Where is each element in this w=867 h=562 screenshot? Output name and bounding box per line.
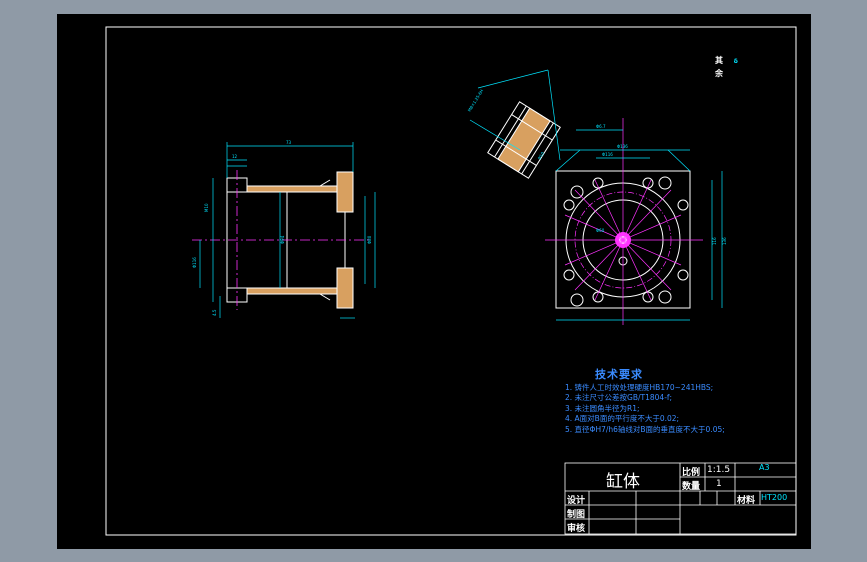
cad-drawing: 73 12 M10 Φ116 Φ94 Φ80 4.5 Φ6.7 Φ136 Φ11…: [105, 26, 797, 536]
qty-label: 数量: [682, 482, 701, 492]
qty-value: 1: [716, 479, 722, 489]
technical-requirements: 技术要求 1. 铸件人工时效处理硬度HB170~241HBS; 2. 未注尺寸公…: [565, 368, 805, 435]
corner-line1: 其: [715, 56, 723, 65]
design-label: 设计: [567, 496, 586, 506]
scale-value: 1:1.5: [707, 465, 731, 475]
scale-label: 比例: [682, 468, 701, 478]
svg-text:Φ10: Φ10: [537, 151, 546, 161]
corner-symbol: δ: [733, 58, 738, 65]
tech-item: 2. 未注尺寸公差按GB/T1804-f;: [565, 393, 673, 402]
part-name: 缸体: [606, 472, 640, 492]
svg-text:Φ136: Φ136: [617, 144, 628, 149]
tech-title: 技术要求: [595, 368, 643, 381]
svg-text:136: 136: [722, 237, 727, 245]
inner-frame: [105, 26, 797, 536]
corner-line2: 余: [715, 69, 723, 78]
svg-text:Φ60: Φ60: [596, 228, 605, 233]
svg-text:M10: M10: [204, 203, 209, 212]
svg-text:Φ6.7: Φ6.7: [596, 124, 606, 129]
flange-top: [336, 171, 354, 213]
svg-text:12: 12: [232, 154, 238, 159]
draw-label: 制图: [567, 510, 586, 520]
svg-text:Φ80: Φ80: [367, 235, 372, 244]
corner-mark: 其 δ: [715, 55, 738, 66]
top-wall: [246, 185, 338, 193]
plan-dim-labels: Φ6.7 Φ136 Φ116 136 116 Φ60: [596, 124, 727, 245]
sheet-size: A3: [759, 463, 770, 472]
bottom-wall: [246, 287, 338, 295]
svg-text:116: 116: [712, 237, 717, 245]
svg-text:Φ116: Φ116: [602, 152, 613, 157]
tech-item: 4. A面对B面的平行度不大于0.02;: [565, 414, 680, 423]
plan-dimensions: [555, 129, 723, 321]
review-label: 审核: [567, 524, 586, 534]
svg-text:73: 73: [286, 140, 292, 145]
svg-text:M8×1.25-6H: M8×1.25-6H: [467, 88, 485, 112]
tech-item: 1. 铸件人工时效处理硬度HB170~241HBS;: [565, 382, 714, 392]
detail-view: [487, 101, 561, 179]
corner-mark-2: 余: [715, 68, 723, 79]
svg-text:4.5: 4.5: [212, 309, 217, 316]
svg-text:Φ94: Φ94: [280, 235, 285, 244]
tech-item: 3. 未注圆角半径为R1;: [565, 403, 640, 413]
tech-item: 5. 直径ΦH7/h6轴线对B面的垂直度不大于0.05;: [565, 424, 725, 434]
svg-text:Φ116: Φ116: [192, 257, 197, 268]
material-value: HT200: [761, 493, 788, 502]
flange-bottom: [336, 267, 354, 309]
material-label: 材料: [737, 496, 756, 506]
